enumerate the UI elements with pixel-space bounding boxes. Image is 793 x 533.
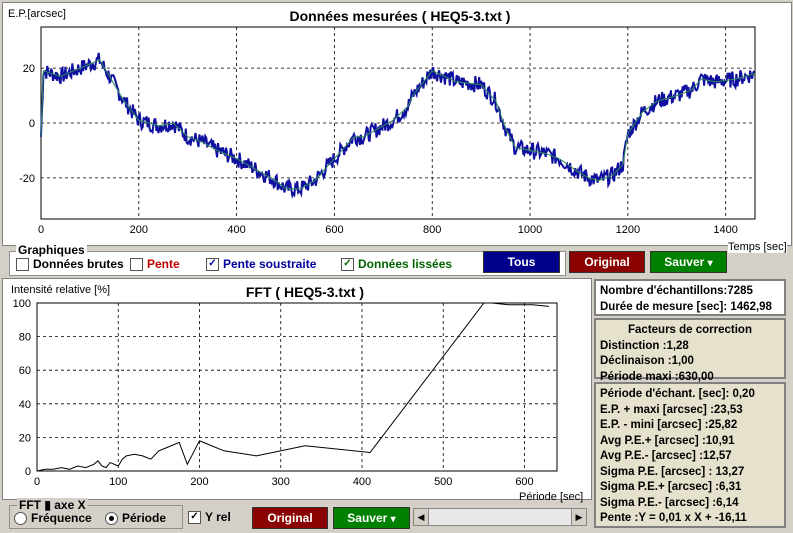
measure-duration: Durée de mesure [sec]: 1462,98 bbox=[600, 300, 772, 313]
correction-factors-box: Facteurs de correction Distinction :1,28… bbox=[594, 318, 786, 383]
fft-y-tick-label: 60 bbox=[19, 365, 31, 377]
dropdown-arrow-icon-fft: ▾ bbox=[390, 514, 396, 525]
periode-radio-button[interactable] bbox=[105, 512, 118, 526]
fft-x-tick-label: 300 bbox=[272, 476, 290, 488]
fft-axis-label: FFT ▮ axe X bbox=[17, 498, 88, 512]
sample-info-box: Nombre d'échantillons:7285 Durée de mesu… bbox=[594, 279, 786, 316]
ep-minus-mini: E.P. - mini [arcsec] :25,82 bbox=[600, 419, 738, 431]
y-rel-check-box[interactable]: ✓ bbox=[188, 511, 201, 525]
original-button-fft[interactable]: Original bbox=[252, 507, 328, 529]
frequence-label: Fréquence bbox=[31, 511, 92, 525]
frequence-radio-button[interactable] bbox=[14, 512, 27, 526]
periode-radio[interactable]: Période bbox=[105, 511, 167, 526]
fft-x-tick-label: 500 bbox=[434, 476, 452, 488]
sigma-pe-minus: Sigma P.E.- [arcsec] :6,14 bbox=[600, 496, 739, 509]
periode-echant: Période d'échant. [sec]: 0,20 bbox=[600, 388, 755, 400]
sauver-label-fft: Sauver bbox=[347, 511, 388, 525]
fft-x-tick-label: 200 bbox=[190, 476, 208, 488]
sigma-pe: Sigma P.E. [arcsec] : 13,27 bbox=[600, 465, 745, 478]
fft-x-tick-label: 0 bbox=[34, 476, 40, 488]
fft-x-axis-label: Période [sec] bbox=[519, 491, 584, 503]
declinaison-value: Déclinaison :1,00 bbox=[600, 355, 694, 367]
avg-pe-plus: Avg P.E.+ [arcsec] :10,91 bbox=[600, 434, 735, 447]
scroll-right-arrow-icon[interactable]: ▶ bbox=[571, 509, 586, 525]
fft-plot-area bbox=[36, 302, 558, 472]
fft-x-tick-label: 600 bbox=[515, 476, 533, 488]
pente-equation: Pente :Y = 0,01 x X + -16,11 bbox=[600, 512, 747, 524]
frequence-radio[interactable]: Fréquence bbox=[14, 511, 92, 526]
fft-y-tick-label: 100 bbox=[13, 298, 31, 310]
fft-y-tick-label: 0 bbox=[25, 466, 31, 478]
fft-x-tick-label: 100 bbox=[109, 476, 127, 488]
correction-factors-title: Facteurs de correction bbox=[628, 324, 752, 336]
y-rel-label: Y rel bbox=[205, 510, 231, 524]
sigma-pe-plus: Sigma P.E.+ [arcsec] :6,31 bbox=[600, 481, 742, 493]
y-rel-checkbox[interactable]: ✓ Y rel bbox=[188, 510, 231, 525]
sample-count: Nombre d'échantillons:7285 bbox=[600, 285, 753, 297]
fft-x-tick-label: 400 bbox=[353, 476, 371, 488]
period-scrollbar[interactable]: ◀ ▶ bbox=[413, 508, 587, 526]
statistics-box: Période d'échant. [sec]: 0,20 E.P. + max… bbox=[594, 382, 786, 528]
fft-y-tick-label: 80 bbox=[19, 332, 31, 344]
fft-y-tick-label: 40 bbox=[19, 399, 31, 411]
periode-label: Période bbox=[122, 511, 167, 525]
scroll-left-arrow-icon[interactable]: ◀ bbox=[414, 509, 429, 525]
distinction-value: Distinction :1,28 bbox=[600, 339, 689, 352]
sauver-button-fft[interactable]: Sauver ▾ bbox=[333, 507, 410, 529]
avg-pe-minus: Avg P.E.- [arcsec] :12,57 bbox=[600, 450, 732, 462]
ep-plus-maxi: E.P. + maxi [arcsec] :23,53 bbox=[600, 403, 743, 416]
fft-y-tick-label: 20 bbox=[19, 432, 31, 444]
